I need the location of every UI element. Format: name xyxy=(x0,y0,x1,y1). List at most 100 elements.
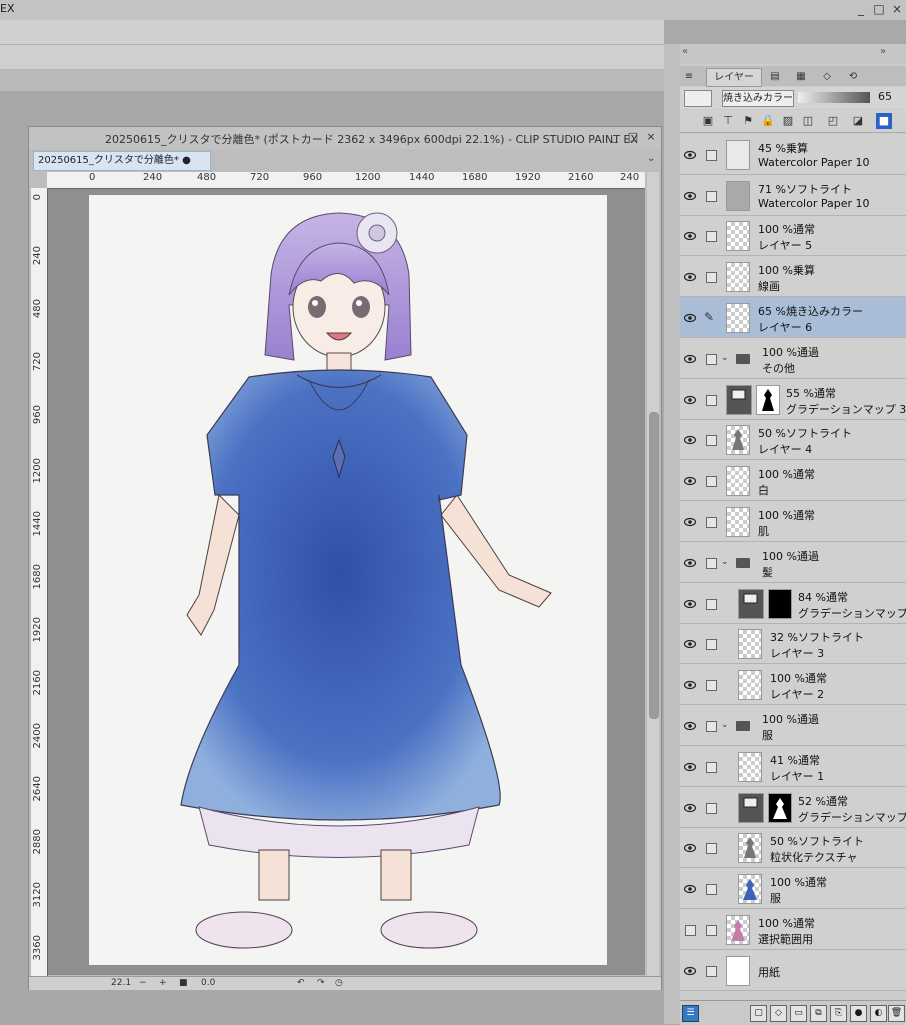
merge-down-icon[interactable]: ⧉ xyxy=(810,1005,827,1022)
folder-expand-chevron-icon[interactable]: ⌄ xyxy=(721,720,729,730)
layer-select-checkbox[interactable] xyxy=(706,884,717,895)
canvas-close-button[interactable]: × xyxy=(643,129,659,145)
layer-name[interactable]: レイヤー 5 xyxy=(758,237,812,253)
visibility-eye-icon[interactable] xyxy=(683,884,697,894)
visibility-eye-icon[interactable] xyxy=(683,231,697,241)
layer-name[interactable]: レイヤー 3 xyxy=(770,645,824,661)
visibility-eye-icon[interactable] xyxy=(683,476,697,486)
layer-name[interactable]: 白 xyxy=(758,482,769,498)
lock-icon[interactable]: 🔒 xyxy=(760,113,776,129)
layer-select-checkbox[interactable] xyxy=(706,925,717,936)
visibility-eye-icon[interactable] xyxy=(683,762,697,772)
layer-select-checkbox[interactable] xyxy=(706,966,717,977)
layer-select-checkbox[interactable] xyxy=(706,639,717,650)
visibility-eye-icon[interactable] xyxy=(683,272,697,282)
layer-row[interactable]: ✎ 65 %焼き込みカラー レイヤー 6 xyxy=(680,297,906,338)
layer-select-checkbox[interactable] xyxy=(706,272,717,283)
collapse-chevron-icon[interactable]: « xyxy=(682,46,688,57)
layer-row[interactable]: 50 %ソフトライト レイヤー 4 xyxy=(680,420,906,460)
folder-expand-chevron-icon[interactable]: ⌄ xyxy=(721,353,729,363)
layer-select-checkbox[interactable] xyxy=(706,721,717,732)
canvas-paper[interactable] xyxy=(89,195,607,965)
tab-navigator-icon[interactable]: ▤ xyxy=(764,68,786,85)
layer-row[interactable]: 100 %通常 レイヤー 5 xyxy=(680,216,906,256)
layer-select-checkbox[interactable] xyxy=(706,517,717,528)
mask-layer-icon[interactable]: ● xyxy=(850,1005,867,1022)
visibility-eye-icon[interactable] xyxy=(683,558,697,568)
layer-name[interactable]: 髪 xyxy=(762,564,773,580)
layer-name[interactable]: グラデーションマップ 1 xyxy=(798,809,906,825)
visibility-eye-icon[interactable] xyxy=(683,517,697,527)
layer-name[interactable]: グラデーションマップ 3 xyxy=(786,401,906,417)
zoom-out-button[interactable]: − xyxy=(139,977,147,990)
layer-row[interactable]: 52 %通常グラデーションマップ 1 xyxy=(680,787,906,828)
layer-name[interactable]: Watercolor Paper 10 xyxy=(758,156,870,169)
maximize-button[interactable]: □ xyxy=(870,0,888,18)
layer-name[interactable]: 服 xyxy=(762,727,773,743)
layer-select-checkbox[interactable] xyxy=(706,231,717,242)
layer-name[interactable]: グラデーションマップ 2 xyxy=(798,605,906,621)
fit-button[interactable]: ■ xyxy=(179,977,188,990)
layer-select-checkbox[interactable] xyxy=(706,395,717,406)
rotate-right-icon[interactable]: ↷ xyxy=(317,977,325,990)
copy-layer-icon[interactable]: ⎘ xyxy=(830,1005,847,1022)
layer-name[interactable]: レイヤー 4 xyxy=(758,441,812,457)
canvas-minimize-button[interactable]: _ xyxy=(607,129,623,145)
document-tab[interactable]: 20250615_クリスタで分離色* ● xyxy=(33,151,211,171)
visibility-eye-icon[interactable] xyxy=(683,721,697,731)
visibility-eye-icon[interactable] xyxy=(683,599,697,609)
lock-layer-icon[interactable]: ▣ xyxy=(700,113,716,129)
visibility-eye-icon[interactable] xyxy=(683,395,697,405)
visibility-eye-icon[interactable] xyxy=(683,313,697,323)
new-raster-layer-icon[interactable]: ▢ xyxy=(750,1005,767,1022)
close-button[interactable]: × xyxy=(888,0,906,18)
blend-mode-select[interactable]: 焼き込みカラー xyxy=(722,90,794,107)
layer-select-checkbox[interactable] xyxy=(706,191,717,202)
layer-name[interactable]: レイヤー 6 xyxy=(758,319,812,335)
rotation-value[interactable]: 0.0 xyxy=(201,977,215,990)
tab-subview-icon[interactable]: ▦ xyxy=(790,68,812,85)
visibility-eye-icon[interactable] xyxy=(683,966,697,976)
layer-color-select[interactable] xyxy=(684,90,712,107)
layer-name[interactable]: レイヤー 1 xyxy=(770,768,824,784)
layer-row[interactable]: 100 %通常白 xyxy=(680,460,906,501)
ruler-range-icon[interactable]: ◰ xyxy=(825,113,841,129)
mask-icon[interactable]: ◫ xyxy=(800,113,816,129)
layer-name[interactable]: 肌 xyxy=(758,523,769,539)
tab-layer[interactable]: レイヤー xyxy=(706,68,762,87)
dock-collapse-strip[interactable] xyxy=(664,44,681,1024)
layer-row[interactable]: 71 %ソフトライト Watercolor Paper 10 xyxy=(680,175,906,216)
zoom-value[interactable]: 22.1 xyxy=(111,977,131,990)
canvas-area[interactable] xyxy=(48,189,645,975)
visibility-eye-icon[interactable] xyxy=(683,803,697,813)
layer-row[interactable]: ⌄ 100 %通過服 xyxy=(680,705,906,746)
layer-select-checkbox[interactable] xyxy=(706,435,717,446)
layer-name[interactable]: 線画 xyxy=(758,278,780,294)
visibility-toggle[interactable] xyxy=(685,925,696,936)
visibility-eye-icon[interactable] xyxy=(683,435,697,445)
visibility-eye-icon[interactable] xyxy=(683,680,697,690)
layer-select-checkbox[interactable] xyxy=(706,680,717,691)
layer-row[interactable]: ⌄ 100 %通過髪 xyxy=(680,542,906,583)
tab-history-icon[interactable]: ⟲ xyxy=(842,68,864,85)
rotate-left-icon[interactable]: ↶ xyxy=(297,977,305,990)
expand-chevron-icon[interactable]: » xyxy=(880,46,886,57)
panel-menu-icon[interactable]: ≡ xyxy=(682,68,696,85)
new-vector-layer-icon[interactable]: ◇ xyxy=(770,1005,787,1022)
canvas-maximize-button[interactable]: □ xyxy=(625,129,641,145)
tab-list-chevron-icon[interactable]: ⌄ xyxy=(647,153,655,164)
layer-row[interactable]: 用紙 xyxy=(680,950,906,991)
layer-name[interactable]: 選択範囲用 xyxy=(758,931,813,947)
canvas-window-titlebar[interactable]: 20250615_クリスタで分離色* (ポストカード 2362 x 3496px… xyxy=(29,127,661,149)
palette-color-icon[interactable]: ■ xyxy=(876,113,892,129)
layer-row[interactable]: ⌄ 100 %通過 その他 xyxy=(680,338,906,379)
layer-row[interactable]: 100 %乗算 線画 xyxy=(680,256,906,297)
layer-row[interactable]: 55 %通常 グラデーションマップ 3 xyxy=(680,379,906,420)
layer-select-checkbox[interactable] xyxy=(706,354,717,365)
visibility-eye-icon[interactable] xyxy=(683,843,697,853)
delete-layer-icon[interactable]: 🗑 xyxy=(888,1005,905,1022)
visibility-eye-icon[interactable] xyxy=(683,639,697,649)
layer-select-checkbox[interactable] xyxy=(706,476,717,487)
reference-layer-icon[interactable]: ⚑ xyxy=(740,113,756,129)
layer-row[interactable]: 32 %ソフトライト レイヤー 3 xyxy=(680,624,906,664)
